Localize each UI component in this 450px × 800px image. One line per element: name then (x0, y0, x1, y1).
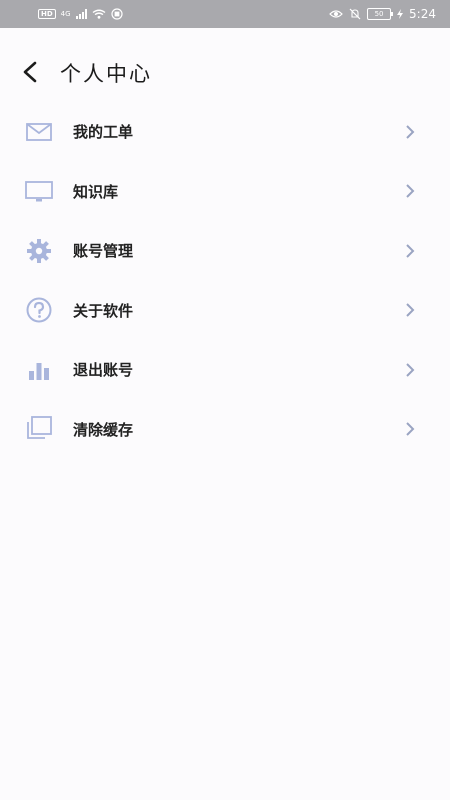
chevron-left-icon (23, 61, 37, 83)
network-type: 4G (60, 10, 71, 18)
chevron-right-icon (406, 125, 415, 139)
menu-list: 我的工单 知识库 账号管理 关于软件 退出账号 清除缓存 (0, 102, 450, 459)
eye-comfort-icon (329, 10, 343, 18)
chevron-right-icon (406, 244, 415, 258)
monitor-icon (24, 176, 54, 206)
back-button[interactable] (16, 58, 44, 86)
menu-item-label: 退出账号 (73, 361, 134, 380)
wifi-icon (92, 9, 105, 19)
battery-icon: 50 (367, 8, 394, 20)
chevron-right-icon (406, 184, 415, 198)
status-left-group: HD 4G (38, 8, 123, 20)
menu-item-label: 我的工单 (73, 123, 134, 142)
page-title: 个人中心 (60, 62, 152, 86)
menu-item-label: 关于软件 (73, 301, 134, 320)
question-circle-icon (24, 295, 54, 325)
signal-icon (75, 9, 87, 19)
menu-item-clear-cache[interactable]: 清除缓存 (0, 400, 450, 460)
battery-level: 50 (374, 10, 384, 18)
status-bar: HD 4G 50 5:24 (0, 0, 450, 28)
mute-icon (349, 8, 361, 20)
menu-item-about-software[interactable]: 关于软件 (0, 281, 450, 341)
menu-item-label: 知识库 (73, 182, 119, 201)
nfc-icon (110, 8, 123, 20)
menu-item-label: 清除缓存 (73, 420, 134, 439)
hd-indicator: HD (38, 9, 56, 19)
gear-icon (24, 236, 54, 266)
chevron-right-icon (406, 363, 415, 377)
status-right-group: 50 5:24 (329, 7, 436, 21)
status-time: 5:24 (409, 7, 436, 21)
mail-icon (24, 117, 54, 147)
charging-icon (397, 9, 404, 19)
menu-item-label: 账号管理 (73, 242, 134, 261)
chevron-right-icon (406, 422, 415, 436)
stacked-squares-icon (24, 414, 54, 444)
menu-item-logout[interactable]: 退出账号 (0, 340, 450, 400)
menu-item-knowledge-base[interactable]: 知识库 (0, 162, 450, 222)
menu-item-my-tickets[interactable]: 我的工单 (0, 102, 450, 162)
menu-item-account-management[interactable]: 账号管理 (0, 221, 450, 281)
bar-chart-icon (24, 355, 54, 385)
chevron-right-icon (406, 303, 415, 317)
